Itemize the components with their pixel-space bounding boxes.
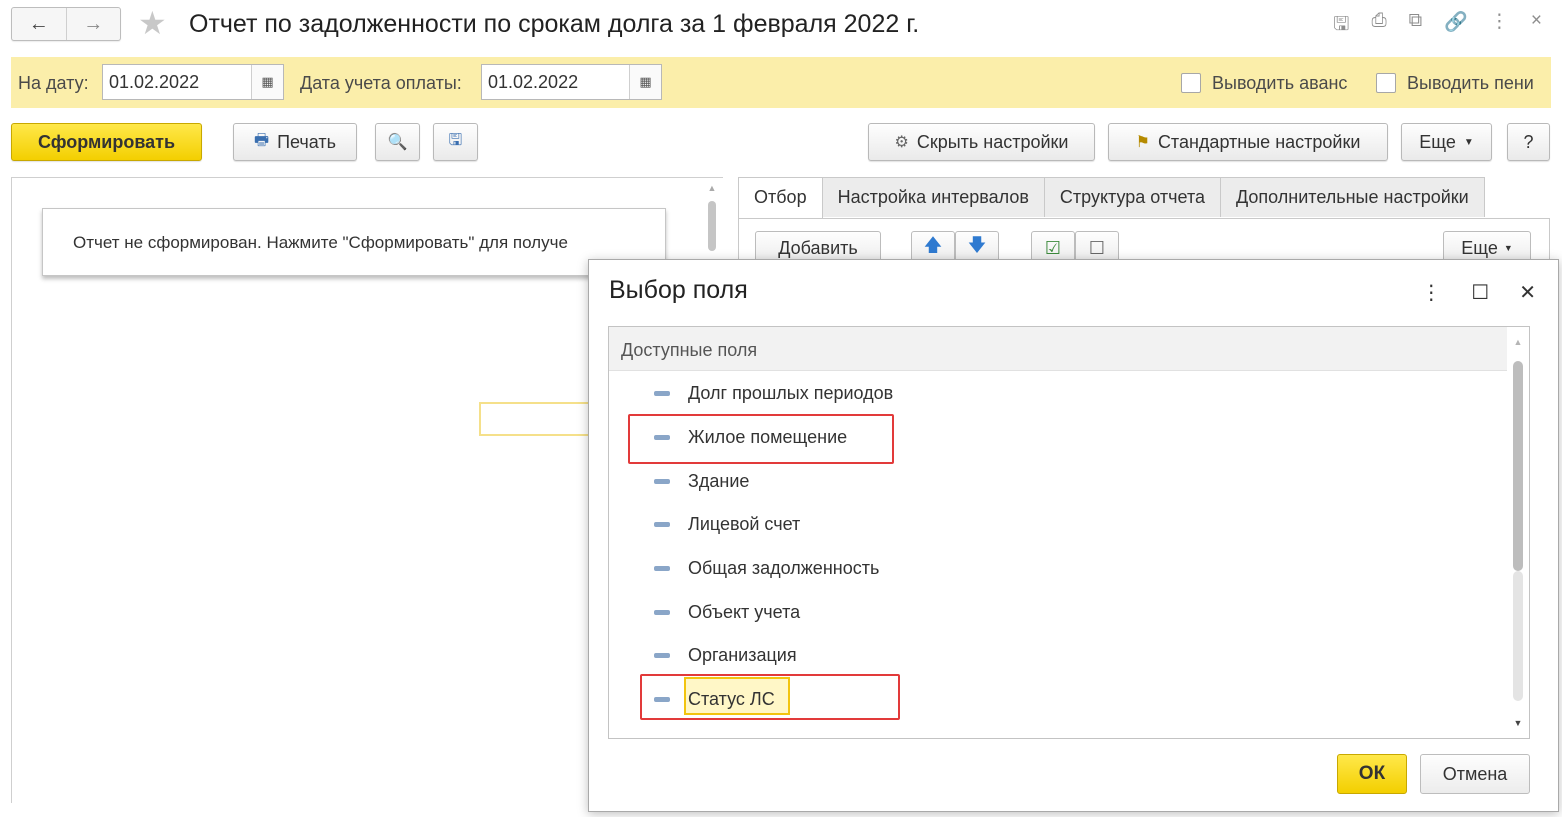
list-header: Доступные поля <box>609 327 1507 371</box>
preview-icon: 🔍 <box>387 134 408 151</box>
chevron-down-icon: ▼ <box>1503 243 1513 253</box>
field-icon <box>654 610 670 615</box>
save-button[interactable]: 🖫 <box>433 123 478 161</box>
window-toolbar: 🖫 ⎙ ⧉ 🔗 ⋮ × <box>1333 10 1542 42</box>
show-penalty-checkbox[interactable] <box>1376 73 1396 93</box>
standard-settings-label: Стандартные настройки <box>1157 131 1361 152</box>
more-button-label: Еще <box>1419 131 1456 152</box>
hide-settings-label: Скрыть настройки <box>916 131 1069 152</box>
list-item[interactable]: Здание <box>609 460 1507 503</box>
page-title: Отчет по задолженности по срокам долга з… <box>189 10 920 38</box>
scroll-down-icon[interactable]: ▼ <box>1507 718 1529 728</box>
date-field[interactable]: 01.02.2022 ▦ <box>102 64 284 100</box>
preview-icon[interactable]: ⧉ <box>1409 10 1423 42</box>
calendar-icon[interactable]: ▦ <box>629 65 661 99</box>
show-penalty-label[interactable]: Выводить пени <box>1407 73 1534 93</box>
list-item[interactable]: Долг прошлых периодов <box>609 372 1507 415</box>
maximize-icon[interactable]: ☐ <box>1471 280 1489 305</box>
annotation-frame <box>640 674 900 720</box>
scroll-track[interactable] <box>1513 571 1523 701</box>
scroll-thumb[interactable] <box>708 201 716 251</box>
settings-icon: ⚙ <box>894 134 909 151</box>
forward-button[interactable]: → <box>65 8 121 40</box>
list-item[interactable]: Общая задолженность <box>609 547 1507 590</box>
dialog-controls: ⋮ ☐ ✕ <box>1421 280 1536 305</box>
preview-button[interactable]: 🔍 <box>375 123 420 161</box>
list-item[interactable]: Организация <box>609 634 1507 677</box>
navigation-buttons: ← → <box>11 7 121 41</box>
back-button[interactable]: ← <box>12 8 66 40</box>
payment-date-value[interactable]: 01.02.2022 <box>482 65 629 99</box>
list-item-label: Общая задолженность <box>688 558 880 578</box>
save-icon[interactable]: 🖫 <box>1333 10 1349 42</box>
field-icon <box>654 566 670 571</box>
hide-settings-button[interactable]: ⚙ Скрыть настройки <box>868 123 1095 161</box>
show-advance-checkbox[interactable] <box>1181 73 1201 93</box>
printer-icon: 🖶 <box>253 131 270 149</box>
settings-more-label: Еще <box>1461 237 1498 258</box>
date-label: На дату: <box>18 73 89 93</box>
field-icon <box>654 391 670 396</box>
report-cell <box>479 402 599 436</box>
show-advance-label[interactable]: Выводить аванс <box>1212 73 1347 93</box>
list-item[interactable]: Объект учета <box>609 591 1507 634</box>
more-button[interactable]: Еще ▼ <box>1401 123 1492 161</box>
payment-date-label: Дата учета оплаты: <box>300 73 462 93</box>
report-message: Отчет не сформирован. Нажмите "Сформиров… <box>42 208 666 276</box>
floppy-icon: 🖫 <box>448 131 463 149</box>
more-vertical-icon[interactable]: ⋮ <box>1421 280 1441 305</box>
list-item-label: Здание <box>688 471 750 491</box>
list-scrollbar[interactable]: ▲ ▼ <box>1507 327 1529 738</box>
generate-button[interactable]: Сформировать <box>11 123 202 161</box>
help-button[interactable]: ? <box>1507 123 1550 161</box>
list-item-label: Организация <box>688 645 797 665</box>
tab-structure[interactable]: Структура отчета <box>1043 177 1222 217</box>
list-item-label: Долг прошлых периодов <box>688 383 894 403</box>
close-icon[interactable]: ✕ <box>1519 280 1536 305</box>
favorite-star-icon[interactable]: ★ <box>138 5 167 41</box>
more-vertical-icon[interactable]: ⋮ <box>1490 10 1509 42</box>
chevron-down-icon: ▼ <box>1463 136 1474 148</box>
tab-extra-settings[interactable]: Дополнительные настройки <box>1220 177 1485 217</box>
cancel-button[interactable]: Отмена <box>1420 754 1530 794</box>
field-select-dialog: Выбор поля ⋮ ☐ ✕ Доступные поля Долг про… <box>588 259 1559 812</box>
date-value[interactable]: 01.02.2022 <box>103 65 251 99</box>
calendar-icon[interactable]: ▦ <box>251 65 283 99</box>
list-item[interactable]: Лицевой счет <box>609 503 1507 546</box>
payment-date-field[interactable]: 01.02.2022 ▦ <box>481 64 662 100</box>
dialog-title: Выбор поля <box>609 276 748 304</box>
print-icon[interactable]: ⎙ <box>1371 10 1386 42</box>
field-icon <box>654 522 670 527</box>
print-button[interactable]: 🖶 Печать <box>233 123 357 161</box>
standard-settings-icon: ⚑ <box>1135 134 1150 151</box>
list-item-label: Объект учета <box>688 602 801 622</box>
scroll-thumb[interactable] <box>1513 361 1523 571</box>
ok-button[interactable]: ОК <box>1337 754 1407 794</box>
annotation-frame <box>628 414 894 464</box>
field-icon <box>654 479 670 484</box>
scroll-up-icon[interactable]: ▲ <box>704 183 720 193</box>
tab-filter[interactable]: Отбор <box>738 177 823 219</box>
standard-settings-button[interactable]: ⚑ Стандартные настройки <box>1108 123 1388 161</box>
field-icon <box>654 653 670 658</box>
list-item-label: Лицевой счет <box>688 514 801 534</box>
settings-tabs: Отбор Настройка интервалов Структура отч… <box>738 177 1485 219</box>
print-button-label: Печать <box>277 131 337 152</box>
tab-intervals[interactable]: Настройка интервалов <box>821 177 1045 217</box>
close-icon[interactable]: × <box>1531 10 1542 42</box>
scroll-up-icon[interactable]: ▲ <box>1507 337 1529 347</box>
link-icon[interactable]: 🔗 <box>1444 10 1468 42</box>
